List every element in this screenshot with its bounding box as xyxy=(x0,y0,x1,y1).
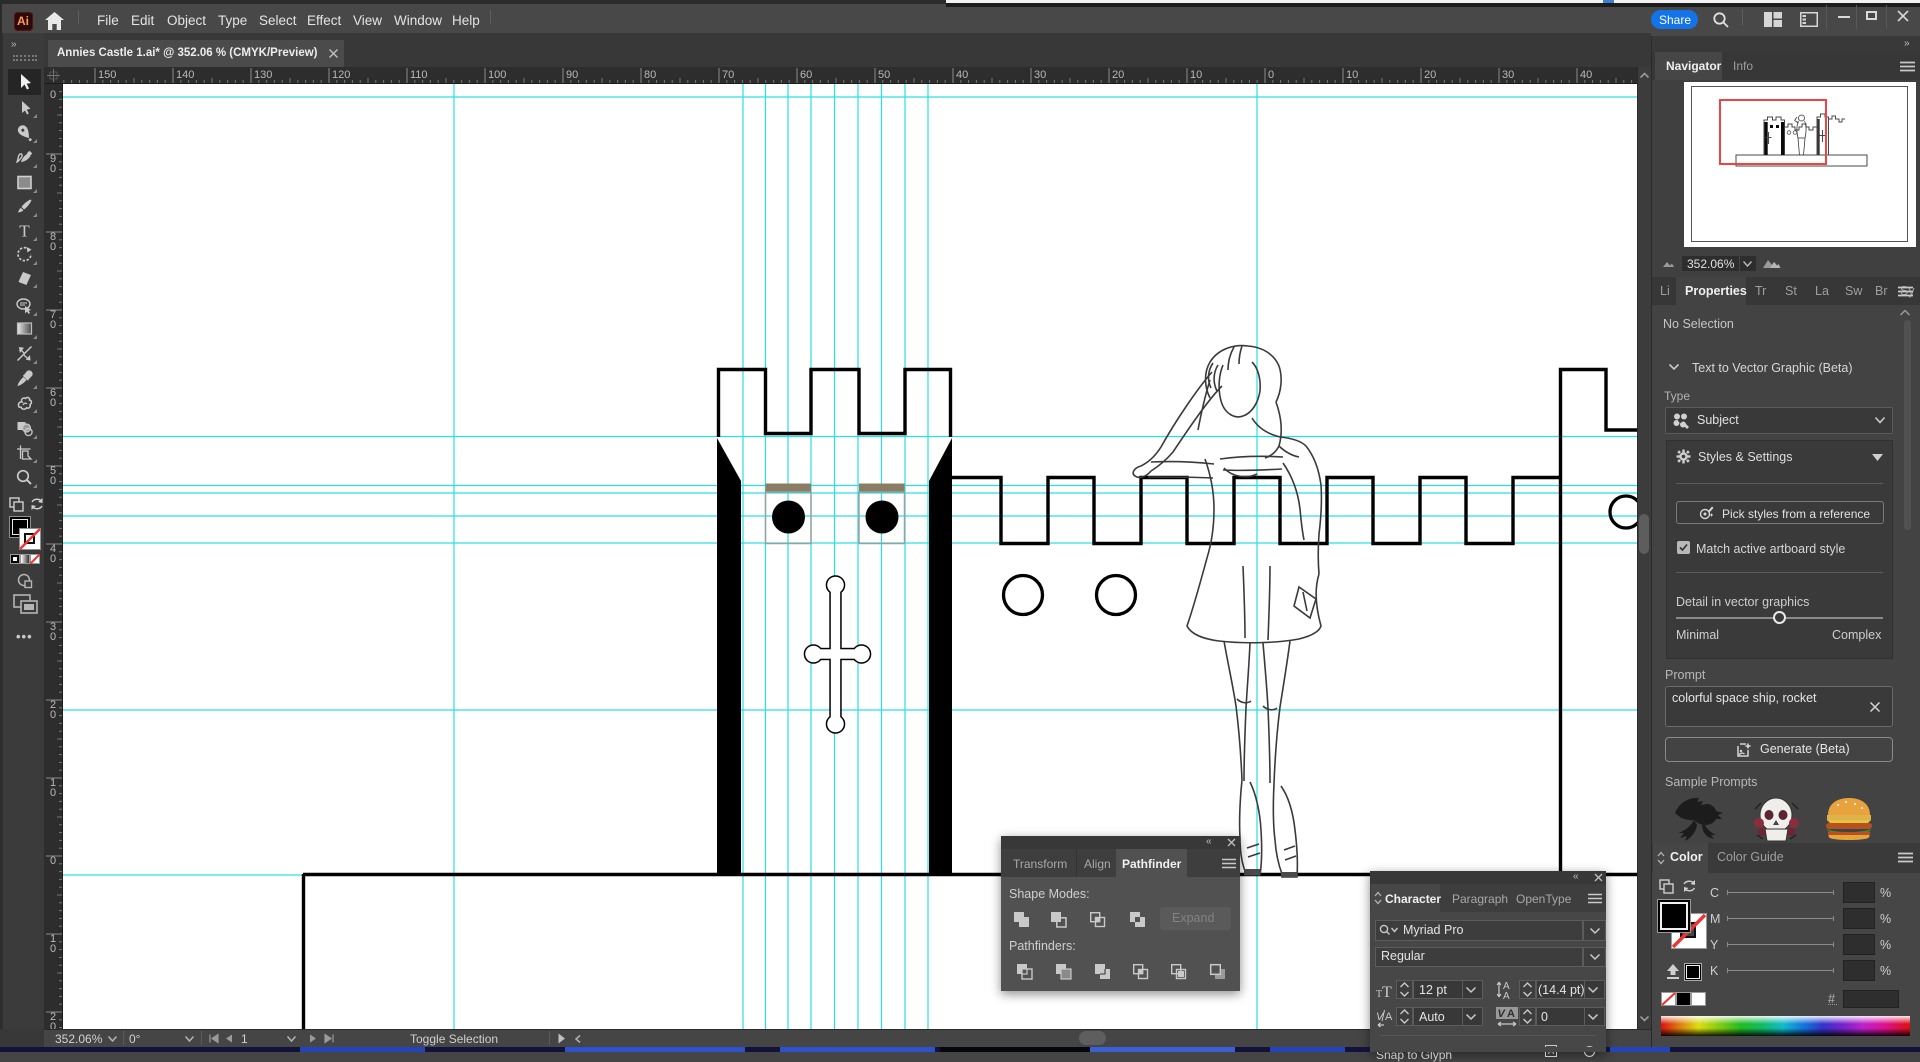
svg-text:0: 0 xyxy=(50,397,56,409)
svg-text:0: 0 xyxy=(50,241,56,253)
svg-text:0: 0 xyxy=(50,319,56,331)
svg-text:80: 80 xyxy=(644,69,656,81)
svg-text:130: 130 xyxy=(254,69,272,81)
svg-text:0: 0 xyxy=(1268,69,1274,81)
svg-text:0: 0 xyxy=(50,709,56,721)
svg-text:0: 0 xyxy=(50,631,56,643)
svg-text:120: 120 xyxy=(332,69,350,81)
svg-text:40: 40 xyxy=(1580,69,1592,81)
svg-text:A: A xyxy=(1507,1008,1515,1020)
svg-text:50: 50 xyxy=(878,69,890,81)
svg-text:70: 70 xyxy=(722,69,734,81)
svg-text:A: A xyxy=(1503,991,1510,1000)
svg-text:T: T xyxy=(19,222,30,241)
svg-text:0: 0 xyxy=(50,89,56,101)
svg-text:0: 0 xyxy=(50,855,56,867)
svg-text:100: 100 xyxy=(488,69,506,81)
svg-text:0: 0 xyxy=(50,475,56,487)
svg-text:60: 60 xyxy=(800,69,812,81)
svg-text:0: 0 xyxy=(50,943,56,955)
svg-text:30: 30 xyxy=(1502,69,1514,81)
svg-text:30: 30 xyxy=(1034,69,1046,81)
svg-text:0: 0 xyxy=(50,553,56,565)
svg-text:150: 150 xyxy=(98,69,116,81)
svg-text:10: 10 xyxy=(1190,69,1202,81)
svg-text:0: 0 xyxy=(50,787,56,799)
svg-text:A: A xyxy=(1385,1011,1393,1023)
svg-text:10: 10 xyxy=(1346,69,1358,81)
svg-text:90: 90 xyxy=(566,69,578,81)
svg-text:110: 110 xyxy=(410,69,428,81)
svg-text:140: 140 xyxy=(176,69,194,81)
svg-text:20: 20 xyxy=(1112,69,1124,81)
svg-text:40: 40 xyxy=(956,69,968,81)
svg-text:20: 20 xyxy=(1424,69,1436,81)
svg-text:0: 0 xyxy=(50,163,56,175)
svg-text:T: T xyxy=(1382,984,1392,998)
svg-text:0: 0 xyxy=(50,1021,56,1029)
